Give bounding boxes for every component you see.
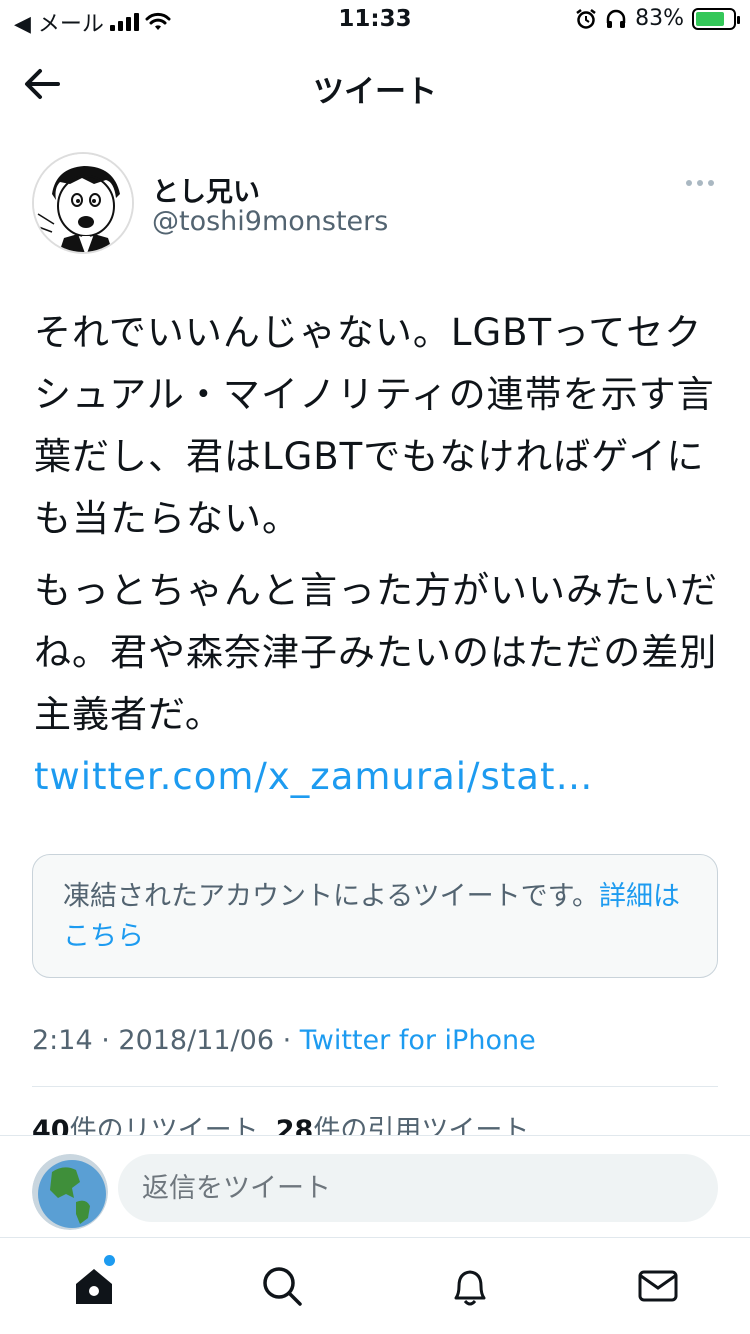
- tweet-time: 2:14: [32, 1025, 93, 1056]
- tweet-link[interactable]: twitter.com/x_zamurai/stat…: [34, 755, 593, 798]
- more-options-icon[interactable]: [686, 180, 714, 186]
- messages-mail-icon[interactable]: [636, 1264, 680, 1308]
- suspended-notice-text: 凍結されたアカウントによるツイートです。: [63, 881, 599, 912]
- home-icon[interactable]: [72, 1264, 116, 1308]
- page-title: ツイート: [313, 74, 437, 110]
- tweet-paragraph-1: それでいいんじゃない。LGBTってセクシュアル・マイノリティの連帯を示す言葉だし…: [34, 311, 715, 540]
- search-icon[interactable]: [260, 1264, 304, 1308]
- reply-input[interactable]: [118, 1154, 718, 1222]
- alarm-icon: [576, 8, 596, 29]
- tweet-paragraph-2-text: もっとちゃんと言った方がいいみたいだね。君や森奈津子みたいのはただの差別主義者だ…: [34, 569, 718, 736]
- cartoon-face-icon: [34, 154, 132, 252]
- retweet-count[interactable]: 40: [32, 1115, 70, 1136]
- author-handle[interactable]: @toshi9monsters: [152, 206, 388, 237]
- author-name[interactable]: とし兄い: [152, 170, 260, 209]
- tweet-text: それでいいんじゃない。LGBTってセクシュアル・マイノリティの連帯を示す言葉だし…: [34, 302, 724, 808]
- user-avatar[interactable]: [32, 1154, 108, 1230]
- battery-percent: 83%: [635, 6, 684, 31]
- nav-header: ツイート: [0, 48, 750, 120]
- headphones-icon: [606, 9, 626, 28]
- tweet-source-link[interactable]: Twitter for iPhone: [300, 1025, 536, 1056]
- meta-separator: ·: [274, 1025, 300, 1056]
- tweet-paragraph-2: もっとちゃんと言った方がいいみたいだね。君や森奈津子みたいのはただの差別主義者だ…: [34, 560, 724, 808]
- meta-separator: ·: [92, 1025, 119, 1056]
- globe-icon: [32, 1154, 108, 1230]
- battery-icon: [692, 7, 740, 30]
- status-right: 83%: [575, 6, 740, 31]
- suspended-notice: 凍結されたアカウントによるツイートです。詳細はこちら: [32, 854, 718, 978]
- notifications-bell-icon[interactable]: [448, 1264, 492, 1308]
- new-content-dot: [104, 1255, 115, 1266]
- status-bar: ◀ メール 11:33 83%: [0, 0, 750, 40]
- author-avatar[interactable]: [32, 152, 134, 254]
- tweet-date: 2018/11/06: [118, 1025, 275, 1056]
- reply-bar: [0, 1135, 750, 1237]
- quote-label[interactable]: 件の引用ツイート: [313, 1115, 529, 1136]
- tweet-meta: 2:14 · 2018/11/06 · Twitter for iPhone: [32, 1025, 536, 1056]
- divider: [32, 1086, 718, 1087]
- bottom-tab-bar: [0, 1237, 750, 1334]
- quote-count[interactable]: 28: [276, 1115, 314, 1136]
- retweet-label[interactable]: 件のリツイート: [70, 1115, 259, 1136]
- tweet-stats[interactable]: 40件のリツイート 28件の引用ツイート: [32, 1108, 529, 1136]
